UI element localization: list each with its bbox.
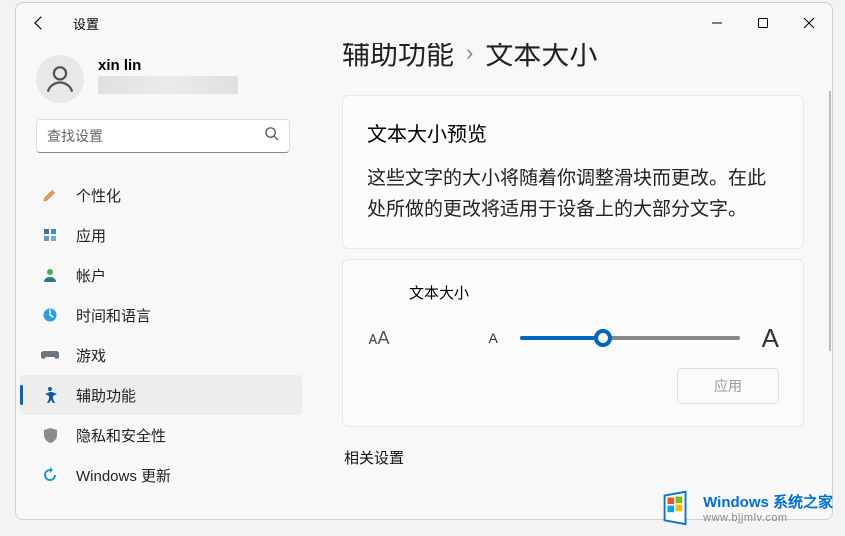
breadcrumb-parent[interactable]: 辅助功能: [342, 43, 454, 73]
preview-text: 这些文字的大小将随着你调整滑块而更改。在此处所做的更改将适用于设备上的大部分文字…: [367, 163, 779, 226]
maximize-icon: [757, 17, 769, 29]
sidebar-item-windows-update[interactable]: Windows 更新: [20, 455, 302, 495]
sidebar-item-label: 帐户: [76, 265, 106, 286]
sidebar-item-label: 个性化: [76, 185, 121, 206]
window-controls: [694, 3, 832, 43]
sidebar-item-label: 应用: [76, 225, 106, 246]
slider-row: ᴀA A A: [367, 323, 779, 354]
window: 设置 xin lin: [15, 2, 833, 520]
slider-thumb[interactable]: [594, 329, 612, 347]
text-size-slider[interactable]: [520, 328, 740, 348]
text-size-card: 文本大小 ᴀA A A 应用: [342, 259, 804, 427]
sidebar-item-label: 时间和语言: [76, 305, 151, 326]
accessibility-icon: [40, 385, 60, 405]
content: 辅助功能 › 文本大小 文本大小预览 这些文字的大小将随着你调整滑块而更改。在此…: [314, 43, 832, 519]
user-email-redacted: [98, 76, 238, 94]
windows-logo-icon: [657, 488, 695, 526]
close-button[interactable]: [786, 3, 832, 43]
apply-row: 应用: [367, 368, 779, 404]
sidebar-item-label: Windows 更新: [76, 465, 171, 486]
app-title: 设置: [73, 14, 99, 33]
apps-icon: [40, 225, 60, 245]
watermark: Windows 系统之家 www.bjjmlv.com: [657, 488, 833, 526]
close-icon: [803, 17, 815, 29]
back-button[interactable]: [16, 3, 61, 43]
chevron-right-icon: ›: [466, 43, 473, 66]
slider-max-label: A: [762, 323, 779, 354]
related-settings-title: 相关设置: [344, 447, 804, 468]
sidebar-item-personalization[interactable]: 个性化: [20, 175, 302, 215]
search-box[interactable]: [36, 119, 290, 153]
slider-min-label: A: [489, 330, 498, 346]
search-icon: [264, 126, 279, 146]
apply-button[interactable]: 应用: [677, 368, 779, 404]
user-block[interactable]: xin lin: [16, 43, 310, 119]
sidebar-item-label: 游戏: [76, 345, 106, 366]
scrollbar[interactable]: [829, 91, 831, 351]
watermark-text: Windows 系统之家 www.bjjmlv.com: [703, 491, 833, 524]
search-wrap: [16, 119, 310, 167]
update-icon: [40, 465, 60, 485]
shield-icon: [40, 425, 60, 445]
sidebar-item-gaming[interactable]: 游戏: [20, 335, 302, 375]
sidebar: xin lin 个性化 应用: [16, 43, 314, 519]
search-input[interactable]: [47, 128, 279, 144]
minimize-button[interactable]: [694, 3, 740, 43]
preview-title: 文本大小预览: [367, 118, 779, 147]
breadcrumb-current: 文本大小: [485, 43, 597, 73]
preview-card: 文本大小预览 这些文字的大小将随着你调整滑块而更改。在此处所做的更改将适用于设备…: [342, 95, 804, 249]
slider-fill: [520, 336, 604, 340]
titlebar: 设置: [16, 3, 832, 43]
body: xin lin 个性化 应用: [16, 43, 832, 519]
gamepad-icon: [40, 345, 60, 365]
sidebar-item-accessibility[interactable]: 辅助功能: [20, 375, 302, 415]
sidebar-item-time-language[interactable]: 时间和语言: [20, 295, 302, 335]
breadcrumb: 辅助功能 › 文本大小: [342, 43, 804, 73]
paintbrush-icon: [40, 185, 60, 205]
person-colored-icon: [40, 265, 60, 285]
sidebar-item-label: 辅助功能: [76, 385, 136, 406]
text-size-icon: ᴀA: [367, 328, 391, 349]
avatar: [36, 55, 84, 103]
minimize-icon: [711, 17, 723, 29]
clock-globe-icon: [40, 305, 60, 325]
watermark-url: www.bjjmlv.com: [703, 512, 833, 524]
sidebar-item-apps[interactable]: 应用: [20, 215, 302, 255]
sidebar-item-label: 隐私和安全性: [76, 425, 166, 446]
arrow-left-icon: [31, 15, 47, 31]
user-name: xin lin: [98, 57, 238, 74]
sidebar-item-privacy[interactable]: 隐私和安全性: [20, 415, 302, 455]
maximize-button[interactable]: [740, 3, 786, 43]
nav: 个性化 应用 帐户 时间和语言 游戏: [16, 167, 310, 495]
watermark-title: Windows 系统之家: [703, 491, 833, 512]
person-icon: [43, 62, 77, 96]
sidebar-item-accounts[interactable]: 帐户: [20, 255, 302, 295]
user-info: xin lin: [98, 55, 238, 94]
slider-label: 文本大小: [409, 282, 779, 303]
